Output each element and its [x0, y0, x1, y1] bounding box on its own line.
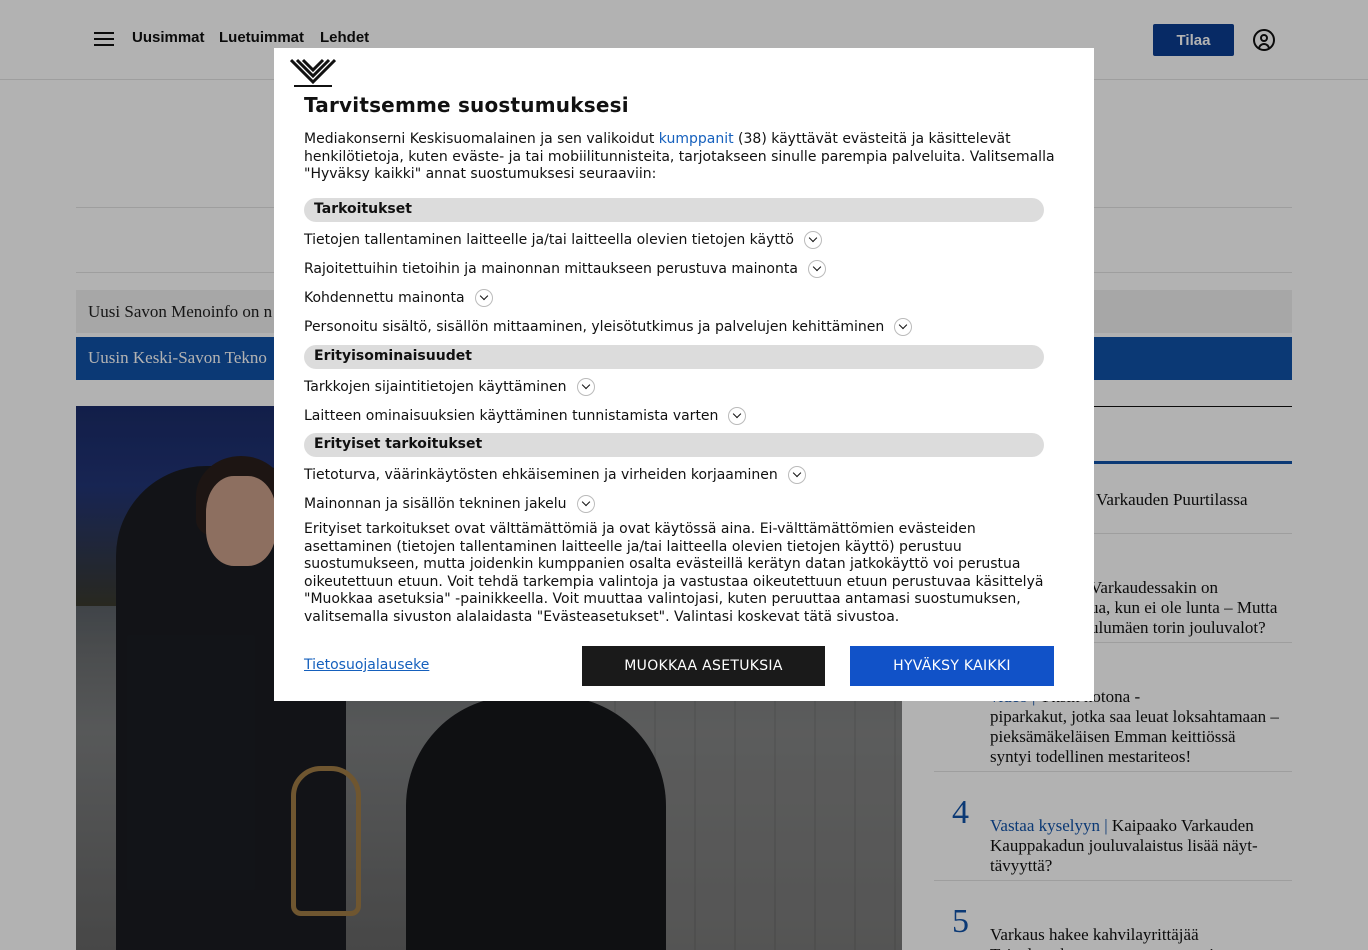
purpose-item[interactable]: Laitteen ominaisuuksien käyttäminen tunn… [304, 407, 747, 425]
section-header-special-features: Erityisominaisuudet [304, 345, 1044, 369]
purpose-item[interactable]: Kohdennettu mainonta [304, 289, 493, 307]
publisher-logo-icon [290, 58, 336, 87]
purpose-item[interactable]: Tietoturva, väärinkäytösten ehkäiseminen… [304, 466, 806, 484]
purpose-item[interactable]: Rajoitettuihin tietoihin ja mainonnan mi… [304, 260, 826, 278]
privacy-policy-link[interactable]: Tietosuojalauseke [304, 657, 429, 673]
chevron-down-icon[interactable] [803, 231, 822, 249]
dialog-title: Tarvitsemme suostumuksesi [304, 93, 629, 117]
chevron-down-icon[interactable] [787, 466, 806, 484]
consent-dialog: Tarvitsemme suostumuksesi Mediakonserni … [274, 48, 1094, 701]
section-header-special-purposes: Erityiset tarkoitukset [304, 433, 1044, 457]
purpose-item[interactable]: Personoitu sisältö, sisällön mittaaminen… [304, 318, 913, 336]
chevron-down-icon[interactable] [576, 495, 595, 513]
purpose-item[interactable]: Tarkkojen sijaintitietojen käyttäminen [304, 378, 595, 396]
chevron-down-icon[interactable] [474, 289, 493, 307]
purpose-item[interactable]: Tietojen tallentaminen laitteelle ja/tai… [304, 231, 822, 249]
purpose-item[interactable]: Mainonnan ja sisällön tekninen jakelu [304, 495, 595, 513]
chevron-down-icon[interactable] [576, 378, 595, 396]
dialog-disclaimer: Erityiset tarkoitukset ovat välttämättöm… [304, 521, 1044, 625]
chevron-down-icon[interactable] [807, 260, 826, 278]
chevron-down-icon[interactable] [894, 318, 913, 336]
dialog-intro: Mediakonserni Keskisuomalainen ja sen va… [304, 131, 1055, 182]
partners-link[interactable]: kumppanit [659, 131, 734, 147]
chevron-down-icon[interactable] [728, 407, 747, 425]
accept-all-button[interactable]: HYVÄKSY KAIKKI [850, 646, 1054, 686]
edit-settings-button[interactable]: MUOKKAA ASETUKSIA [582, 646, 825, 686]
section-header-purposes: Tarkoitukset [304, 198, 1044, 222]
